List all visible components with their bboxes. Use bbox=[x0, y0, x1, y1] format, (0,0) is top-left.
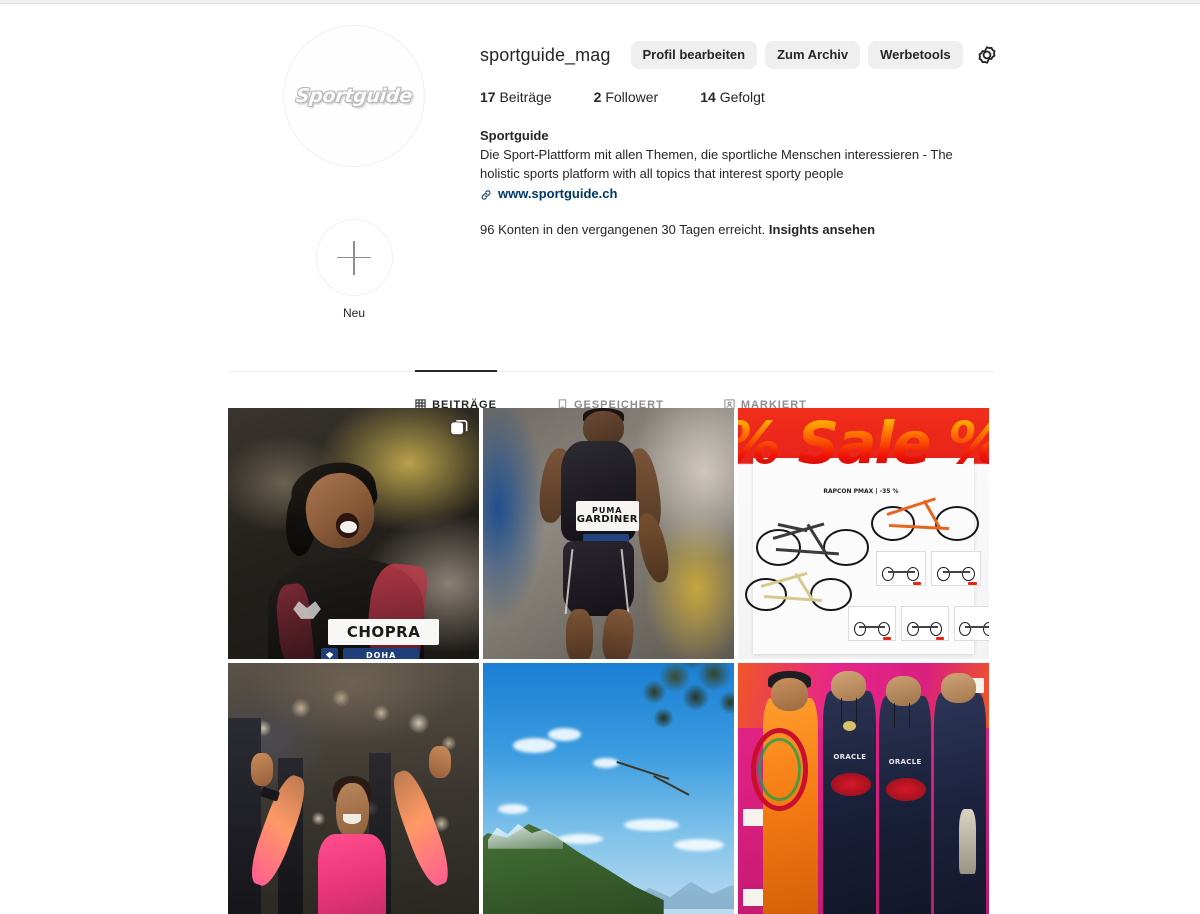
bike-thumbnail bbox=[901, 606, 949, 642]
post-gardiner[interactable]: PUMA GARDINER bbox=[483, 408, 734, 659]
view-insights-link[interactable]: Insights ansehen bbox=[769, 222, 875, 237]
instagram-profile-page: Sportguide Neu sportguide_mag Profil bea… bbox=[0, 5, 1200, 914]
gear-icon[interactable] bbox=[977, 45, 997, 65]
bike-thumbnail bbox=[876, 551, 927, 587]
post-chopra[interactable]: CHOPRA DOHA bbox=[228, 408, 479, 659]
bio-display-name: Sportguide bbox=[480, 128, 549, 143]
posts-label: Beiträge bbox=[499, 89, 552, 105]
posts-count: 17 bbox=[480, 89, 496, 105]
post-chopra-event: DOHA bbox=[365, 650, 397, 659]
followers-stat[interactable]: 2 Follower bbox=[594, 89, 659, 105]
bio-section: Sportguide Die Sport-Plattform mit allen… bbox=[480, 127, 980, 204]
bio-link-row: www.sportguide.ch bbox=[480, 185, 980, 203]
reach-text: 96 Konten in den vergangenen 30 Tagen er… bbox=[480, 221, 766, 237]
post-chopra-bib: CHOPRA bbox=[346, 623, 421, 641]
story-highlights: Neu bbox=[315, 219, 393, 320]
post-f1-podium[interactable]: ORACLE ORACLE bbox=[738, 663, 989, 914]
edit-profile-button[interactable]: Profil bearbeiten bbox=[630, 41, 758, 69]
following-label: Gefolgt bbox=[719, 89, 765, 105]
avatar-column: Sportguide Neu bbox=[228, 25, 480, 320]
bike-illustration bbox=[743, 554, 858, 614]
post-tennis[interactable] bbox=[228, 663, 479, 914]
carousel-icon bbox=[450, 418, 469, 442]
post-f1-team-text: ORACLE bbox=[833, 753, 867, 762]
bio-text: Die Sport-Plattform mit allen Themen, di… bbox=[480, 147, 953, 181]
post-bike-sale[interactable]: RAPCON PMAX | -35 % % Sale % bbox=[738, 408, 989, 659]
profile-container: Sportguide Neu sportguide_mag Profil bea… bbox=[228, 5, 997, 320]
post-f1-team-text-2: ORACLE bbox=[888, 758, 922, 767]
bike-thumbnail bbox=[931, 551, 982, 587]
profile-stats: 17 Beiträge 2 Follower 14 Gefolgt bbox=[480, 89, 997, 105]
avatar-logo-text: Sportguide bbox=[294, 85, 414, 107]
post-bike-sale-headline: % Sale % bbox=[738, 409, 989, 477]
post-mountain-image bbox=[483, 663, 734, 914]
profile-info-column: sportguide_mag Profil bearbeiten Zum Arc… bbox=[480, 25, 997, 237]
posts-grid: CHOPRA DOHA PUMA GARDINER RAPCON PMAX | … bbox=[228, 408, 994, 914]
link-icon bbox=[481, 189, 491, 200]
post-f1-podium-image: ORACLE ORACLE bbox=[738, 663, 989, 914]
followers-label: Follower bbox=[605, 89, 659, 105]
following-count: 14 bbox=[700, 89, 716, 105]
archive-button[interactable]: Zum Archiv bbox=[765, 41, 861, 69]
website-link[interactable]: www.sportguide.ch bbox=[498, 185, 617, 203]
posts-stat[interactable]: 17 Beiträge bbox=[480, 89, 552, 105]
ad-tools-button[interactable]: Werbetools bbox=[868, 41, 963, 69]
following-stat[interactable]: 14 Gefolgt bbox=[700, 89, 765, 105]
profile-header: Sportguide Neu sportguide_mag Profil bea… bbox=[228, 5, 997, 320]
username-row: sportguide_mag Profil bearbeiten Zum Arc… bbox=[480, 39, 997, 71]
post-gardiner-bib: GARDINER bbox=[576, 513, 638, 525]
followers-count: 2 bbox=[593, 89, 602, 105]
new-highlight-button[interactable]: Neu bbox=[315, 219, 393, 320]
page-title: sportguide_mag bbox=[480, 44, 611, 65]
new-highlight-circle[interactable] bbox=[315, 219, 393, 296]
post-mountain[interactable] bbox=[483, 663, 734, 914]
highlight-label: Neu bbox=[342, 306, 365, 320]
post-tennis-image bbox=[228, 663, 479, 914]
plus-icon bbox=[337, 240, 371, 275]
post-bike-sale-image: RAPCON PMAX | -35 % % Sale % bbox=[738, 408, 989, 659]
avatar[interactable]: Sportguide bbox=[283, 25, 425, 167]
reach-row: 96 Konten in den vergangenen 30 Tagen er… bbox=[480, 222, 997, 237]
bike-thumbnail bbox=[953, 606, 989, 642]
post-gardiner-image: PUMA GARDINER bbox=[483, 408, 734, 659]
post-chopra-image: CHOPRA DOHA bbox=[228, 408, 479, 659]
post-bike-sale-sublabel: RAPCON PMAX | -35 % bbox=[823, 488, 899, 496]
